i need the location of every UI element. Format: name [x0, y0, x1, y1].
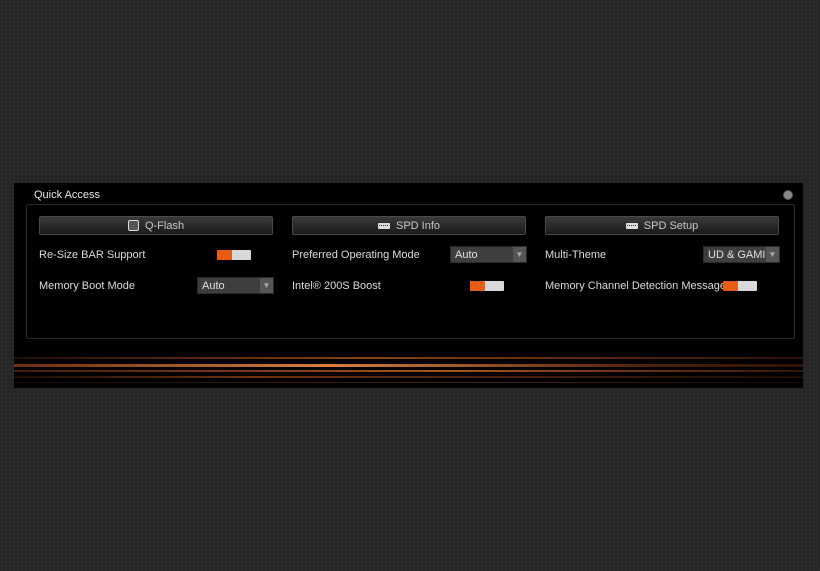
toggle-on-indicator [217, 250, 232, 260]
setting-row-multi-theme: Multi-Theme UD & GAMIN ▼ [545, 245, 781, 265]
setting-row-intel-boost: Intel® 200S Boost [292, 276, 528, 296]
decorative-streak [14, 382, 803, 383]
q-flash-label: Q-Flash [144, 219, 185, 232]
multi-theme-label: Multi-Theme [545, 249, 607, 261]
column-qflash: Q-Flash Re-Size BAR Support Memory Boot … [39, 216, 275, 294]
toggle-knob [738, 281, 757, 291]
toggle-on-indicator [470, 281, 485, 291]
chevron-down-icon: ▼ [260, 278, 273, 293]
memory-module-icon [625, 222, 638, 229]
toggle-knob [485, 281, 504, 291]
decorative-streak [14, 370, 803, 372]
spd-setup-button[interactable]: SPD Setup [545, 216, 779, 235]
setting-row-memory-boot-mode: Memory Boot Mode Auto ▼ [39, 276, 275, 296]
decorative-streak [14, 376, 803, 378]
intel-boost-toggle[interactable] [470, 281, 504, 291]
spd-info-label: SPD Info [395, 219, 441, 232]
preferred-operating-mode-select[interactable]: Auto ▼ [450, 246, 527, 263]
decorative-streak [14, 364, 803, 367]
panel-title: Quick Access [34, 189, 101, 201]
multi-theme-select[interactable]: UD & GAMIN ▼ [703, 246, 780, 263]
multi-theme-value: UD & GAMIN [708, 248, 774, 261]
resize-bar-label: Re-Size BAR Support [39, 249, 146, 261]
memory-boot-mode-value: Auto [202, 279, 225, 292]
spd-info-button[interactable]: SPD Info [292, 216, 526, 235]
memory-boot-mode-label: Memory Boot Mode [39, 280, 135, 292]
spd-setup-label: SPD Setup [643, 219, 699, 232]
memory-channel-detection-label: Memory Channel Detection Message [545, 280, 726, 292]
column-spd-info: SPD Info Preferred Operating Mode Auto ▼… [292, 216, 528, 292]
quick-access-panel: Quick Access Q-Flash Re-Size BAR Support… [14, 183, 803, 388]
preferred-operating-mode-value: Auto [455, 248, 478, 261]
column-spd-setup: SPD Setup Multi-Theme UD & GAMIN ▼ Memor… [545, 216, 781, 292]
preferred-operating-mode-label: Preferred Operating Mode [292, 249, 420, 261]
setting-row-memory-channel-detection: Memory Channel Detection Message [545, 276, 781, 296]
intel-boost-label: Intel® 200S Boost [292, 280, 381, 292]
resize-bar-toggle[interactable] [217, 250, 251, 260]
chevron-down-icon: ▼ [513, 247, 526, 262]
memory-channel-detection-toggle[interactable] [723, 281, 757, 291]
memory-module-icon [377, 222, 390, 229]
q-flash-button[interactable]: Q-Flash [39, 216, 273, 235]
memory-boot-mode-select[interactable]: Auto ▼ [197, 277, 274, 294]
toggle-knob [232, 250, 251, 260]
setting-row-preferred-operating-mode: Preferred Operating Mode Auto ▼ [292, 245, 528, 265]
decorative-streak [14, 357, 803, 359]
q-flash-icon [127, 220, 139, 231]
toggle-on-indicator [723, 281, 738, 291]
close-icon[interactable] [783, 190, 793, 200]
chevron-down-icon: ▼ [766, 247, 779, 262]
setting-row-resize-bar: Re-Size BAR Support [39, 245, 275, 265]
